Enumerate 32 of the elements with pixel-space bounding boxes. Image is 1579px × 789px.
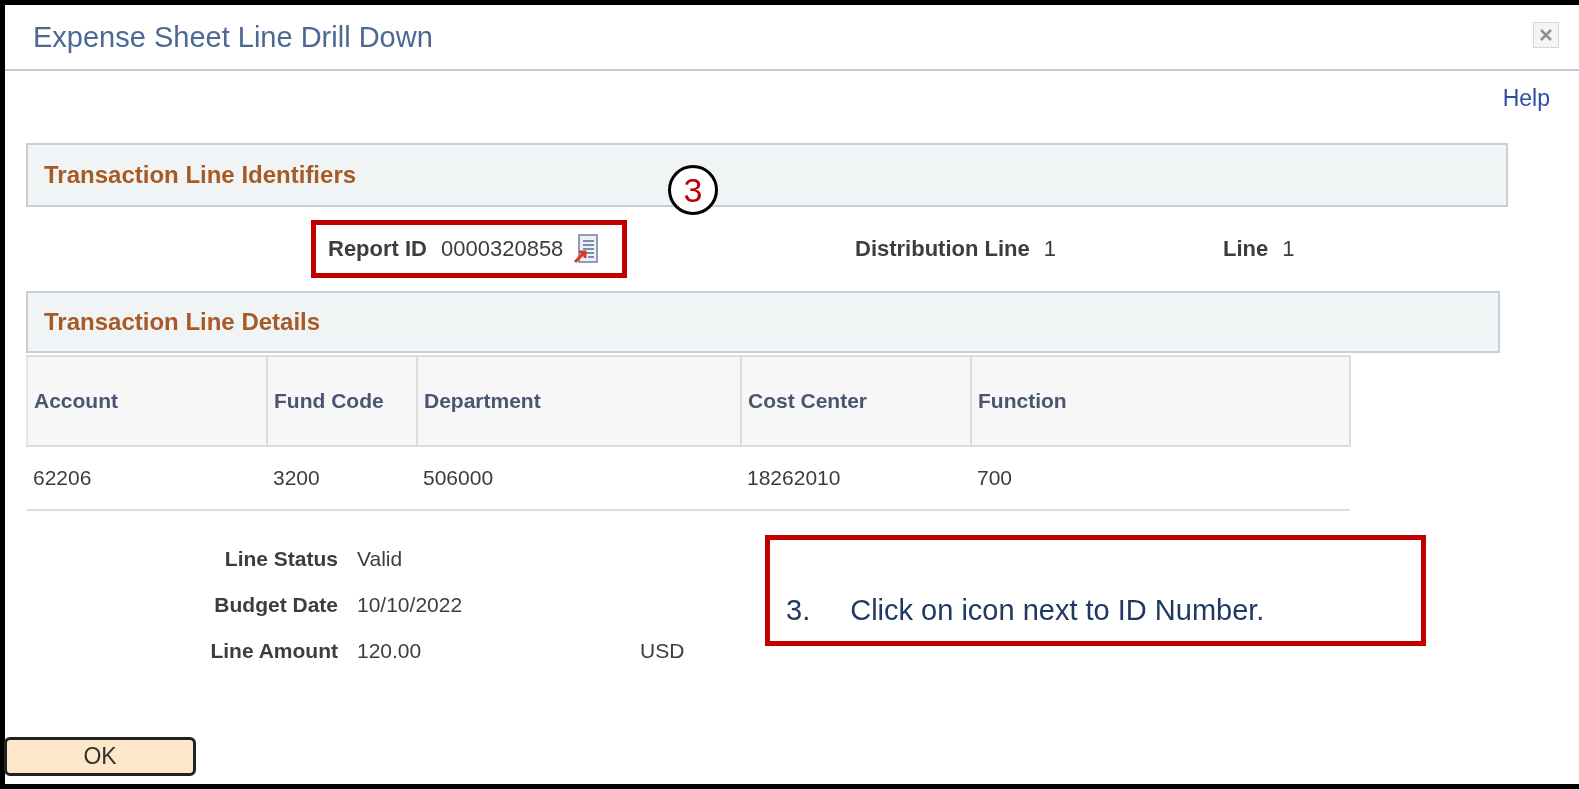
document-arrow-icon[interactable]: [573, 234, 600, 264]
column-header: Fund Code: [267, 356, 417, 446]
currency-code: USD: [640, 638, 686, 664]
field-label: Line: [1223, 236, 1269, 262]
field-label: Line Status: [223, 546, 338, 572]
table-cell: 3200: [267, 446, 417, 510]
field-value: 10/10/2022: [357, 592, 464, 618]
table-cell: 18262010: [741, 446, 971, 510]
table-cell: 62206: [27, 446, 267, 510]
column-header: Account: [27, 356, 267, 446]
column-header: Function: [971, 356, 1350, 446]
field-label: Report ID: [328, 236, 427, 262]
column-header: Department: [417, 356, 741, 446]
field-label: Distribution Line: [855, 236, 1030, 262]
field-value: Valid: [357, 546, 404, 572]
field-label: Budget Date: [213, 592, 338, 618]
field-value: 120.00: [357, 638, 423, 664]
close-icon[interactable]: [1533, 22, 1559, 48]
field-value: 1: [1043, 236, 1056, 262]
instruction-text: Click on icon next to ID Number.: [850, 594, 1265, 627]
field-label: Line Amount: [209, 638, 338, 664]
section-title: Transaction Line Details: [44, 308, 321, 336]
table-cell: 506000: [417, 446, 741, 510]
window-title: Expense Sheet Line Drill Down: [33, 20, 433, 54]
ok-button[interactable]: OK: [4, 737, 196, 776]
step-number: 3.: [786, 594, 811, 627]
help-link[interactable]: Help: [1502, 85, 1550, 109]
section-title: Transaction Line Identifiers: [44, 161, 357, 189]
column-header: Cost Center: [741, 356, 971, 446]
field-value: 1: [1282, 236, 1295, 262]
field-value: 0000320858: [441, 236, 564, 262]
table-cell: 700: [971, 446, 1350, 510]
